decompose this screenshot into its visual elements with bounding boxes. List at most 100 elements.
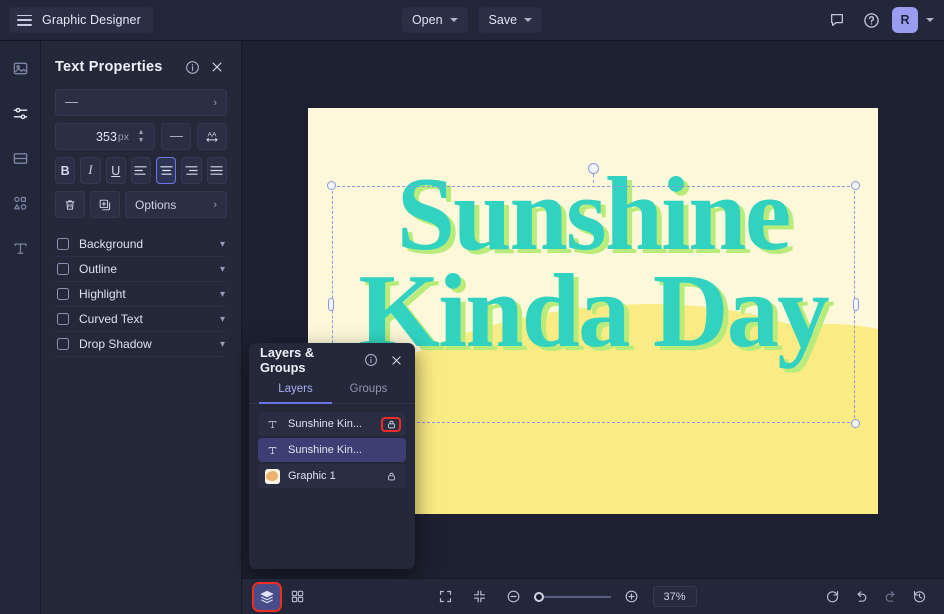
- layers-and-groups-panel: Layers & Groups Layers Groups: [249, 343, 415, 569]
- section-curved-text[interactable]: Curved Text ▾: [55, 307, 227, 332]
- account-chevron-down-icon[interactable]: [926, 18, 934, 22]
- chevron-down-icon: ▾: [220, 289, 225, 300]
- chevron-down-icon: ▾: [220, 314, 225, 325]
- options-button[interactable]: Options ›: [125, 191, 227, 218]
- background-checkbox[interactable]: [57, 238, 69, 250]
- italic-button[interactable]: I: [80, 157, 100, 184]
- redo-button[interactable]: [877, 584, 903, 610]
- chevron-down-icon: [450, 18, 458, 22]
- resize-handle-bottom-right[interactable]: [851, 419, 860, 428]
- align-center-button[interactable]: [156, 157, 176, 184]
- save-button[interactable]: Save: [479, 7, 543, 33]
- chevron-down-icon: [524, 18, 532, 22]
- tab-groups[interactable]: Groups: [332, 377, 405, 404]
- layer-lock-toggle[interactable]: [383, 419, 399, 430]
- letter-spacing-button[interactable]: AA: [197, 123, 227, 150]
- stepper-down-icon: ▼: [134, 138, 148, 144]
- sidebar-item-image[interactable]: [5, 53, 35, 83]
- reset-button[interactable]: [819, 584, 845, 610]
- info-circle-icon[interactable]: [182, 57, 202, 77]
- open-button-label: Open: [412, 13, 443, 27]
- drop-shadow-checkbox[interactable]: [57, 338, 69, 350]
- resize-handle-left[interactable]: [328, 298, 334, 311]
- outline-checkbox[interactable]: [57, 263, 69, 275]
- sidebar-item-adjustments[interactable]: [5, 98, 35, 128]
- image-icon: [12, 60, 29, 77]
- actions-row: Options ›: [55, 191, 227, 218]
- section-drop-shadow[interactable]: Drop Shadow ▾: [55, 332, 227, 357]
- avatar[interactable]: R: [892, 7, 918, 33]
- rotate-handle[interactable]: [588, 163, 599, 186]
- layer-lock-toggle[interactable]: [383, 471, 399, 482]
- align-left-button[interactable]: [131, 157, 151, 184]
- zoom-slider-knob[interactable]: [534, 592, 544, 602]
- resize-handle-top-right[interactable]: [851, 181, 860, 190]
- layers-panel-toggle[interactable]: [254, 584, 280, 610]
- properties-sections: Background ▾ Outline ▾ Highlight ▾ Curve…: [55, 232, 227, 357]
- bottom-left-group: [254, 584, 310, 610]
- open-button[interactable]: Open: [402, 7, 468, 33]
- text-style-row: B I U: [55, 157, 227, 184]
- align-right-button[interactable]: [181, 157, 201, 184]
- align-justify-button[interactable]: [207, 157, 227, 184]
- brand-menu-button[interactable]: Graphic Designer: [9, 7, 153, 33]
- zoom-out-button[interactable]: [501, 584, 527, 610]
- align-left-icon: [134, 165, 147, 176]
- layers-panel-title: Layers & Groups: [260, 345, 356, 375]
- text-color-swatch[interactable]: [161, 123, 191, 150]
- font-family-select[interactable]: ›: [55, 89, 227, 116]
- bold-button[interactable]: B: [55, 157, 75, 184]
- zoom-level-value[interactable]: 37%: [653, 586, 697, 607]
- sidebar-item-text[interactable]: [5, 233, 35, 263]
- help-circle-icon: [863, 12, 880, 29]
- font-size-value: 353: [96, 130, 117, 144]
- help-button[interactable]: [858, 7, 884, 33]
- align-right-icon: [185, 165, 198, 176]
- undo-button[interactable]: [848, 584, 874, 610]
- close-icon[interactable]: [207, 57, 227, 77]
- zoom-slider[interactable]: [535, 596, 611, 598]
- color-swatch-value: [170, 136, 183, 138]
- bottom-bar: 37%: [242, 578, 944, 614]
- grid-icon: [290, 589, 305, 604]
- delete-button[interactable]: [55, 191, 85, 218]
- bottom-right-group: [819, 584, 932, 610]
- section-outline[interactable]: Outline ▾: [55, 257, 227, 282]
- curved-text-checkbox[interactable]: [57, 313, 69, 325]
- stepper-up-icon: ▲: [134, 130, 148, 136]
- close-icon[interactable]: [386, 350, 406, 370]
- resize-handle-top-left[interactable]: [327, 181, 336, 190]
- font-size-stepper[interactable]: ▲ ▼: [134, 130, 148, 144]
- resize-handle-right[interactable]: [853, 298, 859, 311]
- layer-row-2[interactable]: Sunshine Kin...: [258, 438, 406, 462]
- section-label: Background: [79, 237, 220, 251]
- zoom-in-button[interactable]: [619, 584, 645, 610]
- font-size-row: 353 px ▲ ▼ AA: [55, 123, 227, 150]
- fit-screen-button[interactable]: [433, 584, 459, 610]
- sidebar-item-shapes[interactable]: [5, 188, 35, 218]
- duplicate-button[interactable]: [90, 191, 120, 218]
- letter-spacing-icon: AA: [204, 129, 220, 144]
- highlight-checkbox[interactable]: [57, 288, 69, 300]
- text-properties-panel: Text Properties › 353 px: [41, 41, 242, 614]
- layers-tabs: Layers Groups: [249, 377, 415, 404]
- layer-name: Sunshine Kin...: [288, 418, 383, 430]
- section-highlight[interactable]: Highlight ▾: [55, 282, 227, 307]
- layer-row-1[interactable]: Sunshine Kin...: [258, 412, 406, 436]
- chevron-right-icon: ›: [213, 199, 217, 211]
- history-button[interactable]: [906, 584, 932, 610]
- underline-button[interactable]: U: [106, 157, 126, 184]
- info-circle-icon[interactable]: [361, 350, 381, 370]
- layer-row-3[interactable]: Graphic 1: [258, 464, 406, 488]
- shapes-icon: [12, 195, 29, 212]
- grid-view-toggle[interactable]: [284, 584, 310, 610]
- section-background[interactable]: Background ▾: [55, 232, 227, 257]
- duplicate-icon: [98, 198, 112, 212]
- comment-button[interactable]: [824, 7, 850, 33]
- shrink-button[interactable]: [467, 584, 493, 610]
- sidebar-item-layout[interactable]: [5, 143, 35, 173]
- tab-layers[interactable]: Layers: [259, 377, 332, 404]
- undo-icon: [854, 589, 869, 604]
- history-icon: [912, 589, 927, 604]
- font-size-input[interactable]: 353 px ▲ ▼: [55, 123, 155, 150]
